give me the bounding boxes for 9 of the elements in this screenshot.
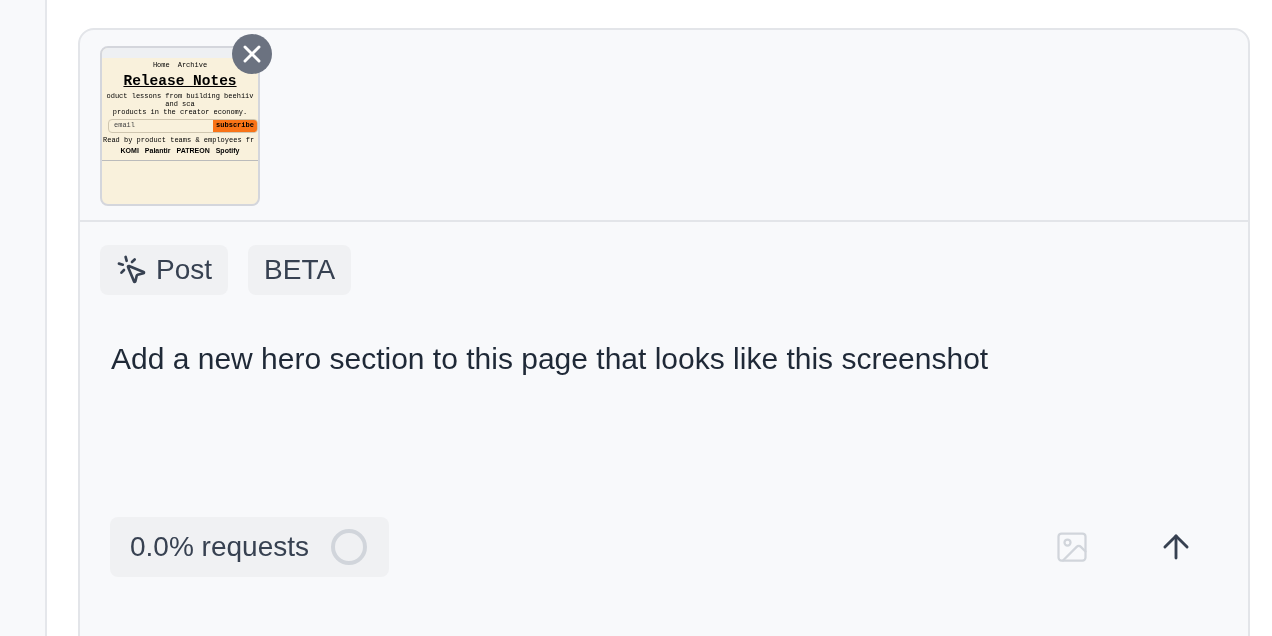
page-heading: Release Notes <box>123 74 237 89</box>
usage-label: 0.0% requests <box>130 530 309 564</box>
prompt-text[interactable]: Add a new hero section to this page that looks like this screenshot <box>80 339 1248 379</box>
usage-ring-icon <box>329 527 369 567</box>
image-icon <box>1054 529 1090 565</box>
remove-button[interactable] <box>232 34 272 74</box>
cursor-click-icon <box>116 254 148 286</box>
post-mode-button[interactable]: Post <box>100 245 229 295</box>
beta-label: BETA <box>248 245 352 295</box>
